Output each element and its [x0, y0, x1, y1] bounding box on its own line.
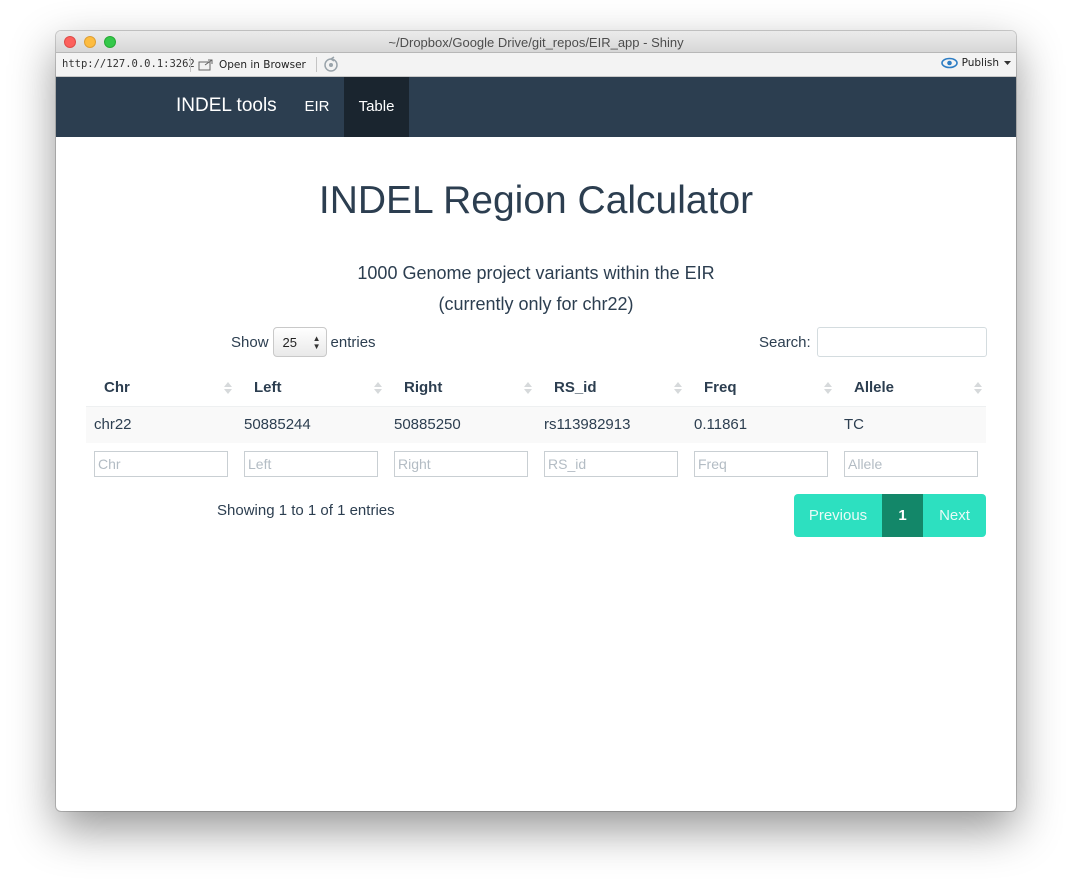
next-page-button[interactable]: Next — [923, 494, 986, 537]
cell-rs-id: rs113982913 — [544, 416, 631, 433]
search-input[interactable] — [816, 327, 987, 357]
search-label: Search: — [759, 333, 811, 351]
open-in-browser-icon — [198, 59, 213, 70]
subtitle-line-1: 1000 Genome project variants within the … — [357, 263, 715, 283]
previous-page-button[interactable]: Previous — [794, 494, 882, 537]
viewer-toolbar: http://127.0.0.1:3262 Open in Browser Pu… — [56, 53, 1016, 77]
title-bar: ~/Dropbox/Google Drive/git_repos/EIR_app… — [56, 31, 1016, 53]
cell-chr: chr22 — [94, 416, 132, 433]
column-header-allele[interactable]: Allele — [854, 370, 894, 406]
navbar-brand[interactable]: INDEL tools — [176, 95, 277, 117]
cell-freq: 0.11861 — [694, 416, 748, 433]
open-in-browser-label: Open in Browser — [219, 59, 306, 71]
dropdown-caret-icon — [1004, 61, 1011, 65]
window-title: ~/Dropbox/Google Drive/git_repos/EIR_app… — [388, 35, 684, 50]
sort-icon[interactable] — [373, 370, 383, 406]
cell-left: 50885244 — [244, 416, 311, 433]
column-header-chr[interactable]: Chr — [104, 370, 130, 406]
filter-left-input[interactable] — [244, 451, 378, 477]
publish-icon — [940, 57, 958, 69]
publish-button[interactable]: Publish — [940, 57, 1012, 69]
sort-icon[interactable] — [973, 370, 983, 406]
sort-icon[interactable] — [523, 370, 533, 406]
sort-icon[interactable] — [673, 370, 683, 406]
pagination: Previous 1 Next — [794, 494, 986, 537]
column-filter-row — [86, 451, 986, 479]
sort-icon[interactable] — [223, 370, 233, 406]
refresh-button[interactable] — [322, 56, 340, 74]
publish-label: Publish — [961, 57, 999, 69]
column-header-right[interactable]: Right — [404, 370, 442, 406]
table-row[interactable]: chr22 50885244 50885250 rs113982913 0.11… — [86, 407, 986, 443]
entries-length-control: Show 25 ▲ ▼ entries — [231, 326, 376, 358]
app-window: ~/Dropbox/Google Drive/git_repos/EIR_app… — [56, 31, 1016, 811]
entries-select-value: 25 — [282, 335, 297, 350]
open-in-browser-button[interactable]: Open in Browser — [198, 57, 306, 73]
filter-right-input[interactable] — [394, 451, 528, 477]
toolbar-divider — [316, 57, 317, 72]
entries-select[interactable]: 25 ▲ ▼ — [272, 327, 327, 357]
select-arrows-icon: ▲ ▼ — [312, 334, 321, 351]
entries-label: entries — [330, 333, 376, 351]
column-header-rs-id[interactable]: RS_id — [554, 370, 597, 406]
toolbar-divider — [190, 57, 191, 72]
cell-allele: TC — [844, 416, 864, 433]
page-1-button[interactable]: 1 — [882, 494, 923, 537]
url-label[interactable]: http://127.0.0.1:3262 — [62, 58, 195, 70]
main-content: INDEL Region Calculator 1000 Genome proj… — [56, 137, 1016, 811]
filter-freq-input[interactable] — [694, 451, 828, 477]
cell-right: 50885250 — [394, 416, 461, 433]
navbar: INDEL tools EIR Table — [56, 77, 1016, 137]
column-header-left[interactable]: Left — [254, 370, 282, 406]
filter-rs-id-input[interactable] — [544, 451, 678, 477]
filter-chr-input[interactable] — [94, 451, 228, 477]
column-header-freq[interactable]: Freq — [704, 370, 737, 406]
filter-allele-input[interactable] — [844, 451, 978, 477]
search-control: Search: — [759, 326, 987, 358]
subtitle-line-2: (currently only for chr22) — [438, 294, 634, 314]
refresh-icon — [324, 56, 338, 72]
tab-eir[interactable]: EIR — [291, 77, 343, 137]
show-label: Show — [231, 333, 269, 351]
tab-table[interactable]: Table — [344, 77, 409, 137]
table-info: Showing 1 to 1 of 1 entries — [217, 502, 395, 519]
page-title: INDEL Region Calculator — [318, 179, 754, 222]
table-header: Chr Left Right RS_id Freq Allele — [86, 370, 986, 407]
sort-icon[interactable] — [823, 370, 833, 406]
